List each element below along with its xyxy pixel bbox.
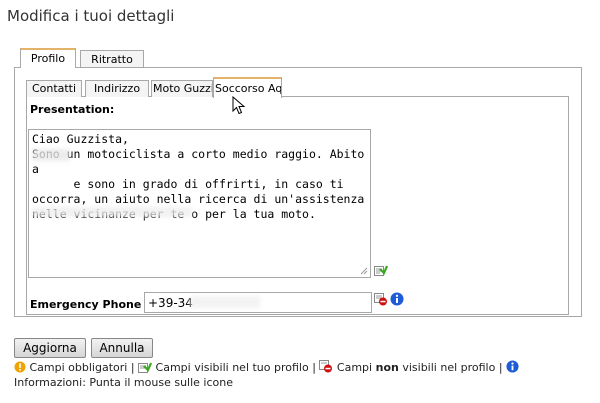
phone-field-wrap: [144, 292, 372, 313]
mouse-cursor-icon: [232, 96, 246, 115]
emergency-phone-label: Emergency Phone #:: [30, 298, 159, 311]
info-legend-icon: [506, 360, 519, 373]
update-button[interactable]: Aggiorna: [14, 338, 86, 358]
visible-in-profile-icon: [374, 265, 388, 276]
presentation-label: Presentation:: [30, 103, 115, 116]
tab-profilo[interactable]: Profilo: [20, 48, 76, 68]
legend-not-visible-prefix: Campi: [336, 361, 373, 374]
redacted-phone: [190, 296, 260, 308]
profile-panel: Contatti Indirizzo Moto Guzzi Soccorso A…: [14, 67, 582, 317]
tab-ritratto-label: Ritratto: [91, 53, 133, 66]
tab-contatti[interactable]: Contatti: [26, 80, 82, 97]
not-visible-legend-icon: [319, 360, 333, 373]
legend-not-visible-bold: non: [375, 361, 399, 374]
legend-required: Campi obbligatori |: [29, 361, 135, 374]
tab-contatti-label: Contatti: [31, 82, 77, 95]
tab-indirizzo[interactable]: Indirizzo: [85, 80, 149, 97]
tab-moto-guzzi[interactable]: Moto Guzzi: [151, 80, 213, 97]
visible-legend-icon: [138, 362, 153, 373]
tab-soccorso-aquile[interactable]: Soccorso Aquile: [213, 77, 282, 98]
redacted-signature: [32, 207, 192, 217]
info-icon[interactable]: [390, 292, 404, 306]
tab-ritratto[interactable]: Ritratto: [80, 50, 144, 68]
required-icon: [14, 361, 26, 373]
tab-soccorso-aquile-label: Soccorso Aquile: [215, 82, 282, 95]
page-title: Modifica i tuoi dettagli: [7, 7, 175, 25]
presentation-field-wrap: Ciao Guzzista, Sono un motociclista a co…: [28, 129, 371, 278]
legend-info: Informazioni: Punta il mouse sulle icone: [14, 376, 234, 389]
legend: Campi obbligatori | Campi visibili nel t…: [14, 360, 589, 390]
cancel-button[interactable]: Annulla: [91, 338, 153, 358]
tab-indirizzo-label: Indirizzo: [93, 82, 141, 95]
tab-profilo-label: Profilo: [30, 52, 66, 65]
soccorso-panel: Presentation: Ciao Guzzista, Sono un mot…: [26, 96, 569, 315]
legend-visible: Campi visibili nel tuo profilo |: [155, 361, 316, 374]
presentation-textarea[interactable]: Ciao Guzzista, Sono un motociclista a co…: [28, 129, 371, 278]
resize-grip-icon[interactable]: [360, 267, 368, 275]
redacted-city: [32, 149, 70, 161]
legend-not-visible-suffix: visibili nel profilo |: [402, 361, 503, 374]
not-visible-in-profile-icon: [374, 293, 387, 306]
tab-moto-guzzi-label: Moto Guzzi: [153, 82, 213, 95]
